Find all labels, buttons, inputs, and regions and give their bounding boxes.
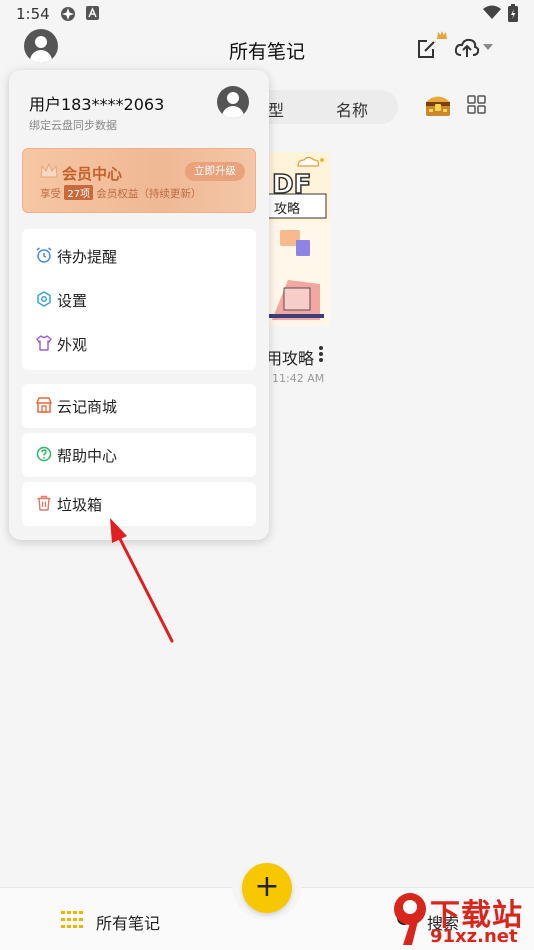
page-title: 所有笔记 (228, 41, 305, 63)
upgrade-button[interactable]: 立即升级 (185, 162, 245, 181)
menu-item-todo-reminder[interactable]: 待办提醒 (22, 234, 256, 278)
trash-icon (37, 495, 51, 511)
vip-title: 会员中心 (62, 165, 123, 183)
menu-item-label: 云记商城 (57, 398, 118, 416)
menu-item-label: 外观 (57, 336, 88, 354)
grid-view-icon[interactable] (467, 95, 486, 114)
note-more-icon[interactable] (316, 345, 326, 365)
crown-icon (40, 163, 58, 178)
menu-item-settings[interactable]: 设置 (22, 278, 256, 322)
menu-item-store[interactable]: 云记商城 (22, 384, 256, 428)
status-bar: 1:54 (0, 0, 534, 28)
battery-icon (508, 4, 518, 22)
sync-hint[interactable]: 绑定云盘同步数据 (29, 117, 117, 133)
new-note-edit-icon[interactable] (416, 38, 438, 60)
menu-item-appearance[interactable]: 外观 (22, 322, 256, 366)
tab-all-notes[interactable]: 所有笔记 (96, 910, 160, 934)
menu-item-label: 待办提醒 (57, 248, 118, 266)
menu-item-label: 帮助中心 (57, 447, 118, 465)
add-note-button[interactable]: + (242, 863, 292, 913)
note-cover-text-1: DF (271, 169, 312, 201)
menu-group-primary: 待办提醒 设置 外观 (22, 229, 256, 370)
note-title[interactable]: 用攻略 (266, 345, 314, 369)
treasure-chest-icon[interactable] (425, 93, 451, 117)
all-notes-grid-icon[interactable] (61, 911, 83, 928)
crown-small-icon (437, 31, 447, 39)
drawer-avatar[interactable] (217, 86, 249, 118)
side-drawer: 用户183****2063 绑定云盘同步数据 会员中心 立即升级 享受 27项 … (9, 70, 269, 540)
alarm-clock-icon (36, 247, 52, 263)
vip-description: 享受 27项 会员权益（持续更新） (40, 185, 201, 201)
sort-tab-type[interactable]: 型 (268, 97, 284, 121)
cloud-sync-icon[interactable] (455, 38, 479, 58)
username[interactable]: 用户183****2063 (29, 91, 164, 115)
menu-group-store: 云记商城 (22, 384, 256, 428)
menu-item-label: 设置 (57, 292, 88, 310)
vip-desc-prefix: 享受 (40, 188, 61, 200)
status-time: 1:54 (16, 5, 50, 23)
plus-icon: + (254, 869, 280, 904)
annotation-arrow (110, 518, 174, 643)
note-card-thumbnail[interactable]: DF 攻略 (262, 152, 330, 326)
watermark-logo-icon (394, 893, 426, 945)
tshirt-icon (36, 335, 52, 351)
app-notification-icon (61, 7, 75, 21)
store-icon (36, 397, 52, 413)
vip-desc-suffix: 会员权益（持续更新） (96, 188, 202, 200)
note-cover-text-2: 攻略 (274, 202, 301, 217)
gear-icon (37, 291, 51, 307)
watermark-text-2: 91xz.net (430, 926, 518, 947)
sort-tab-name[interactable]: 名称 (336, 97, 368, 121)
note-time: 11:42 AM (272, 372, 325, 385)
menu-item-help-center[interactable]: 帮助中心 (22, 433, 256, 477)
top-bar: 所有笔记 (0, 28, 534, 68)
wifi-icon (483, 5, 501, 19)
vip-benefit-count: 27项 (64, 185, 94, 200)
vip-center-card[interactable]: 会员中心 立即升级 享受 27项 会员权益（持续更新） (22, 148, 256, 213)
a-notification-icon (86, 6, 99, 20)
site-watermark: 下载站 91xz.net (392, 884, 534, 950)
menu-item-label: 垃圾箱 (57, 496, 103, 514)
help-circle-icon (36, 446, 52, 462)
chevron-down-icon[interactable] (483, 44, 493, 51)
menu-group-help: 帮助中心 (22, 433, 256, 477)
